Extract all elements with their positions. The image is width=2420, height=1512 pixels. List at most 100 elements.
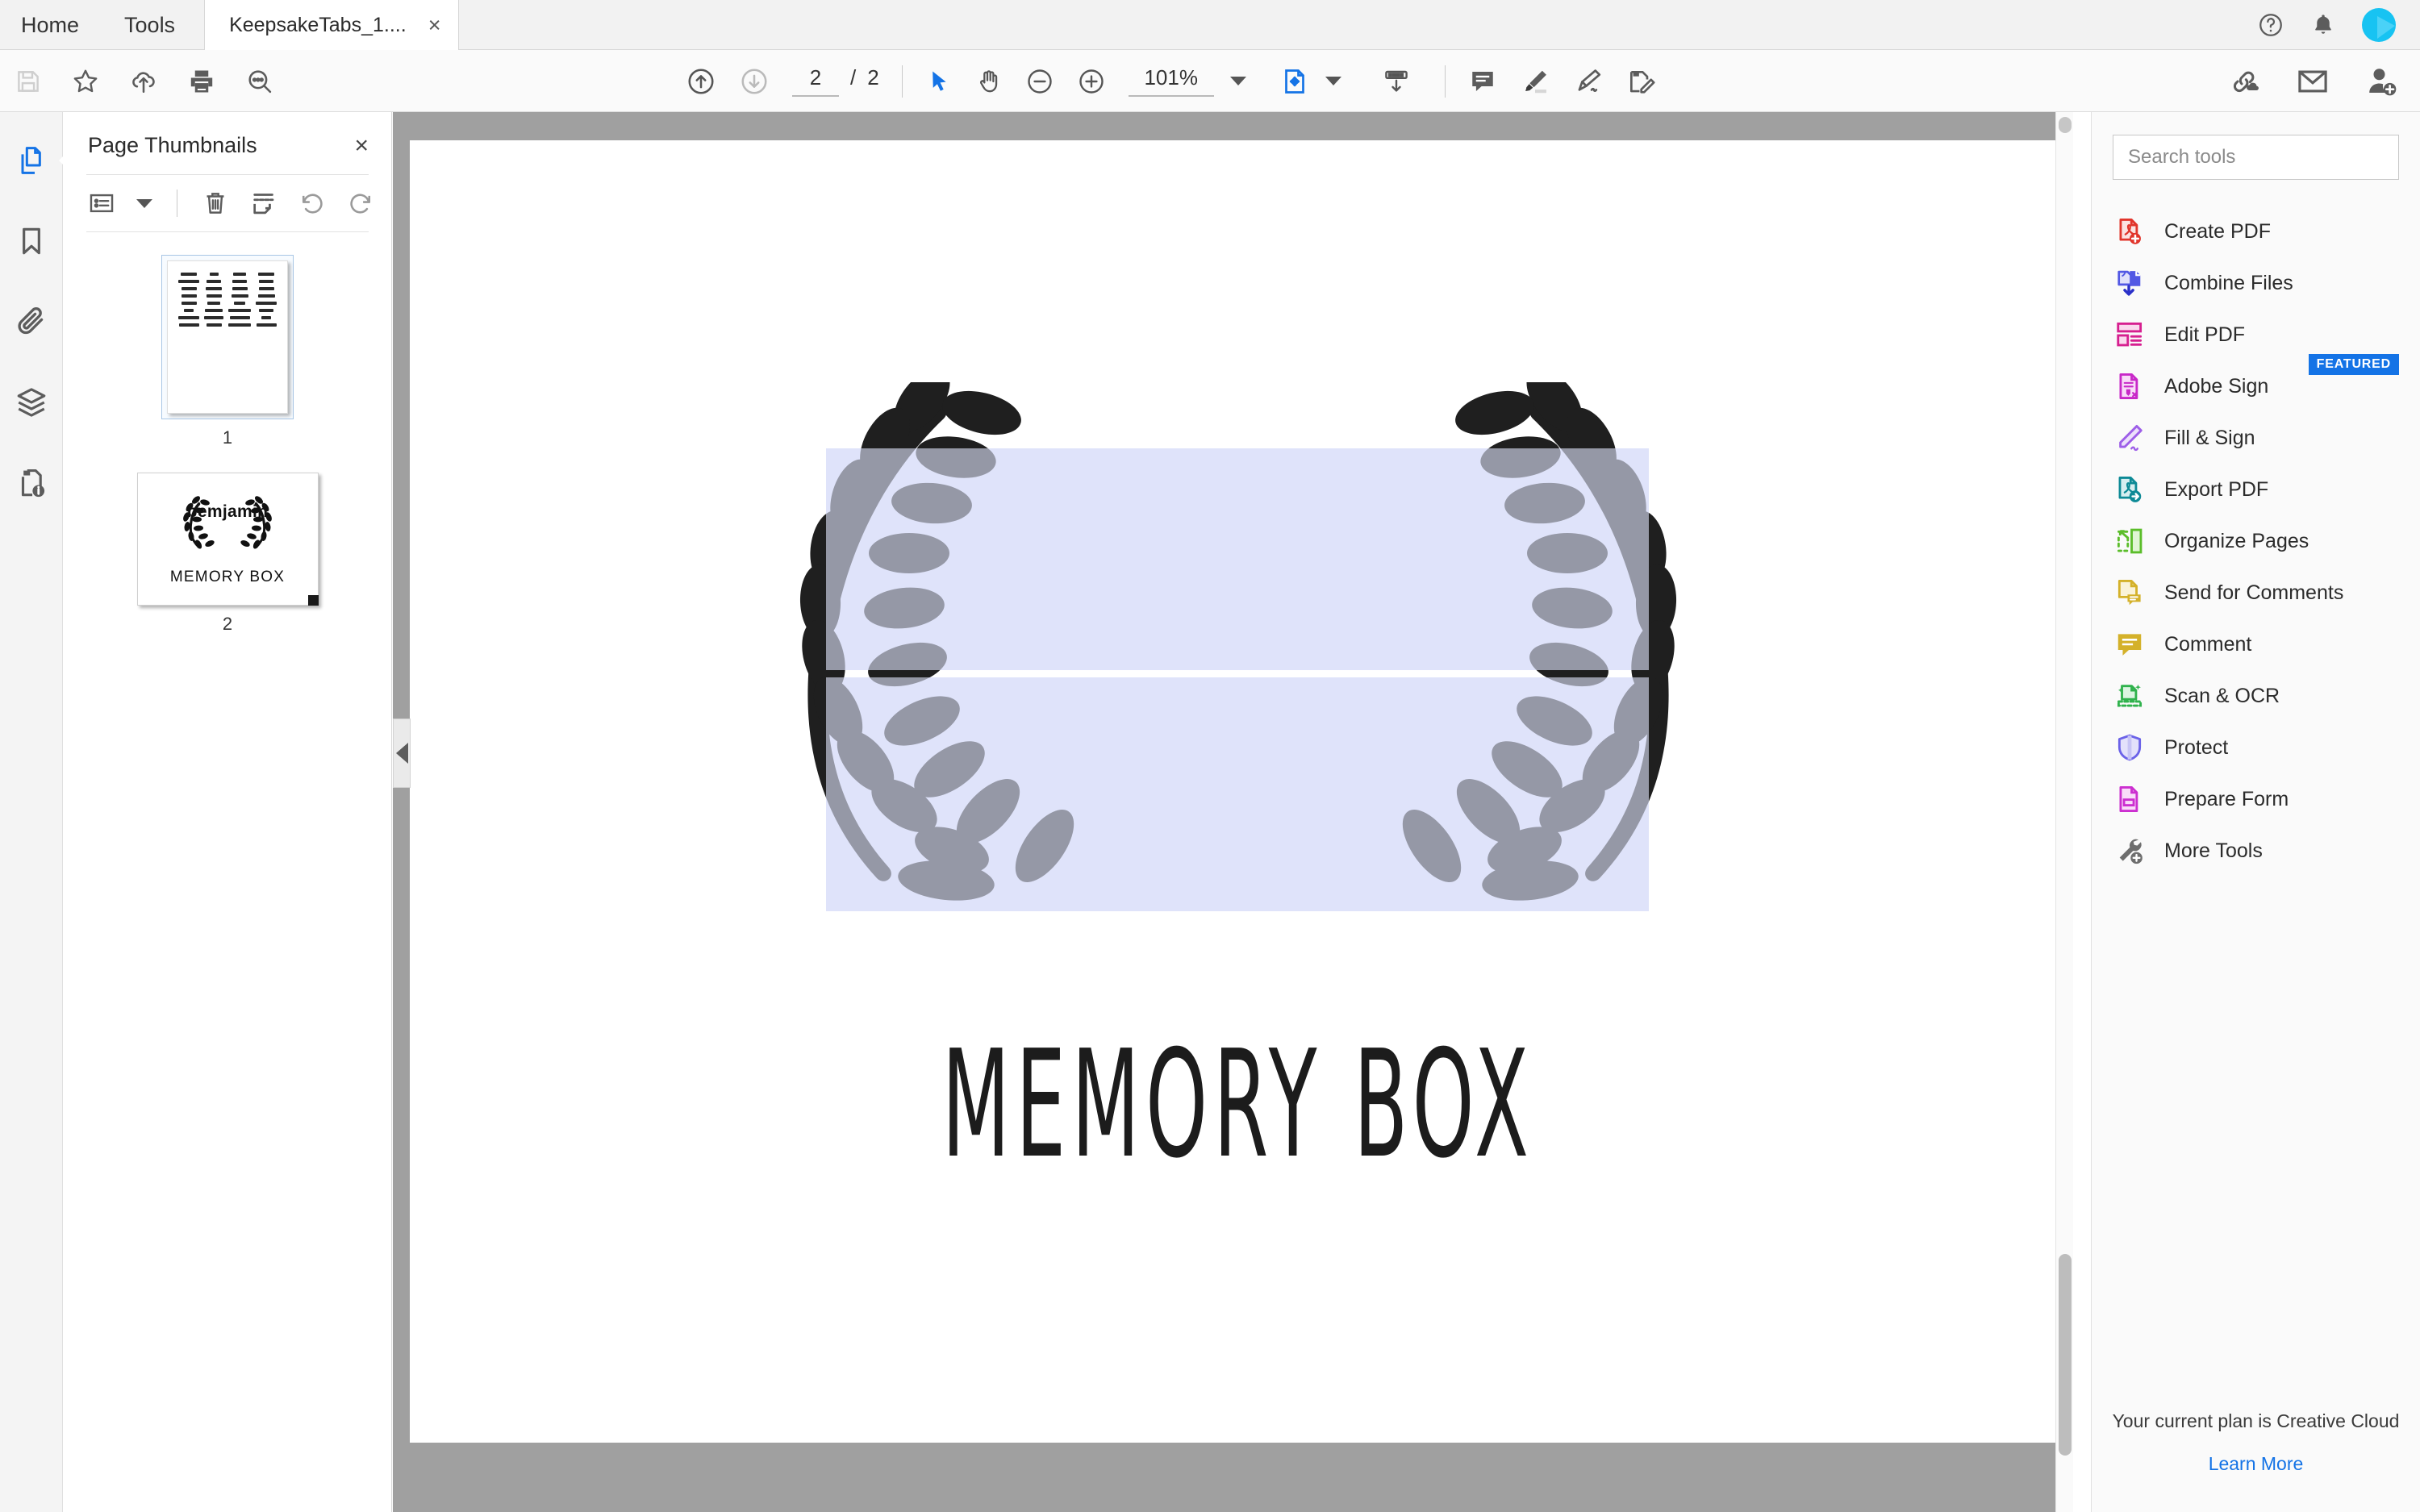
envelope-icon[interactable] xyxy=(2296,65,2330,98)
home-menu-item[interactable]: Home xyxy=(0,0,102,50)
tool-label: Export PDF xyxy=(2164,478,2268,502)
tool-label: Scan & OCR xyxy=(2164,685,2280,708)
tool-label: Adobe Sign xyxy=(2164,375,2268,398)
tool-item-export-pdf[interactable]: Export PDF xyxy=(2092,464,2420,515)
collapse-left-panel-handle[interactable] xyxy=(393,719,411,788)
protect-shield-icon xyxy=(2113,731,2147,764)
sidebar-item-attachments[interactable] xyxy=(9,299,54,344)
tool-label: Edit PDF xyxy=(2164,323,2245,347)
tool-item-organize-pages[interactable]: Organize Pages xyxy=(2092,515,2420,567)
organize-pages-icon xyxy=(2113,524,2147,558)
thumbnail-page-number: 2 xyxy=(223,614,232,635)
vertical-scrollbar[interactable] xyxy=(2055,112,2073,1512)
sidebar-item-page-thumbnails[interactable] xyxy=(9,138,54,183)
tool-item-protect[interactable]: Protect xyxy=(2092,722,2420,773)
previous-page-icon[interactable] xyxy=(686,66,716,97)
add-person-icon[interactable] xyxy=(2365,65,2399,98)
list-item[interactable]: 1 xyxy=(64,255,391,448)
hand-icon[interactable] xyxy=(975,68,1003,95)
tool-label: More Tools xyxy=(2164,839,2263,863)
zoom-out-icon[interactable] xyxy=(1025,67,1054,96)
tool-item-prepare-form[interactable]: Prepare Form xyxy=(2092,773,2420,825)
save-icon[interactable] xyxy=(15,68,42,95)
next-page-icon[interactable] xyxy=(739,66,770,97)
tool-label: Prepare Form xyxy=(2164,788,2289,811)
thumbnail-name-text: bemjamin xyxy=(187,502,268,522)
sidebar-item-layers[interactable] xyxy=(9,380,54,425)
create-pdf-icon xyxy=(2113,215,2147,248)
rotate-clockwise-icon[interactable] xyxy=(347,190,374,217)
thumbnail-toolbar xyxy=(64,175,391,231)
comment-tool-icon xyxy=(2113,627,2147,661)
scan-ocr-icon xyxy=(2113,679,2147,713)
export-pdf-icon xyxy=(2113,473,2147,506)
tool-label: Organize Pages xyxy=(2164,530,2309,553)
print-icon[interactable] xyxy=(187,67,216,96)
combine-files-icon xyxy=(2113,266,2147,300)
tool-item-combine-files[interactable]: Combine Files xyxy=(2092,257,2420,309)
document-tab[interactable]: KeepsakeTabs_1.... × xyxy=(204,0,459,50)
highlighter-icon[interactable] xyxy=(1520,66,1550,97)
page-thumbnail-1[interactable] xyxy=(167,260,288,414)
scrollbar-thumb[interactable] xyxy=(2059,1254,2072,1456)
scrollbar-top-marker xyxy=(2059,117,2072,133)
scroll-mode-icon[interactable] xyxy=(1382,67,1411,96)
learn-more-link[interactable]: Learn More xyxy=(2092,1453,2420,1475)
tool-item-send-for-comments[interactable]: Send for Comments xyxy=(2092,567,2420,619)
page-thumbnails-panel: Page Thumbnails × xyxy=(64,112,392,1512)
zoom-in-icon[interactable] xyxy=(1077,67,1106,96)
bell-icon[interactable] xyxy=(2310,11,2336,39)
fountain-pen-icon[interactable] xyxy=(1573,66,1604,97)
page-fit-control[interactable] xyxy=(1280,67,1341,96)
thumbnail-size-list-icon[interactable] xyxy=(88,190,115,217)
zoom-level-value[interactable]: 101% xyxy=(1129,65,1214,97)
tool-label: Send for Comments xyxy=(2164,581,2343,605)
chevron-down-icon[interactable] xyxy=(1325,77,1341,85)
pdf-page[interactable]: MEMORY BOX xyxy=(410,140,2066,1443)
upload-cloud-icon[interactable] xyxy=(129,67,158,96)
current-page-input[interactable]: 2 xyxy=(792,65,839,97)
sidebar-item-bookmarks[interactable] xyxy=(9,219,54,264)
selection-overlay-top xyxy=(826,448,1649,670)
help-circle-icon[interactable] xyxy=(2257,11,2284,39)
tool-item-scan-ocr[interactable]: Scan & OCR xyxy=(2092,670,2420,722)
chevron-down-icon[interactable] xyxy=(1230,77,1246,85)
extract-pages-icon[interactable] xyxy=(250,190,277,217)
search-document-icon[interactable] xyxy=(245,67,274,96)
fit-page-icon[interactable] xyxy=(1280,67,1309,96)
tool-item-adobe-sign[interactable]: FEATURED Adobe Sign xyxy=(2092,360,2420,412)
page-thumbnail-2[interactable]: bemjamin MEMORY BOX xyxy=(137,473,319,606)
toolbar-divider xyxy=(902,65,903,98)
comment-icon[interactable] xyxy=(1468,67,1497,96)
tool-item-edit-pdf[interactable]: Edit PDF xyxy=(2092,309,2420,360)
tools-menu-item[interactable]: Tools xyxy=(102,0,198,50)
star-icon[interactable] xyxy=(71,67,100,96)
chevron-left-icon xyxy=(396,743,408,764)
sidebar-item-document-info[interactable] xyxy=(9,460,54,506)
delete-pages-icon[interactable] xyxy=(202,190,229,217)
cursor-arrow-icon[interactable] xyxy=(925,68,953,95)
edit-document-icon[interactable] xyxy=(1626,66,1657,97)
share-link-cloud-icon[interactable] xyxy=(2228,65,2260,98)
avatar[interactable] xyxy=(2362,8,2396,42)
tool-item-comment[interactable]: Comment xyxy=(2092,619,2420,670)
document-canvas[interactable]: MEMORY BOX xyxy=(393,112,2073,1512)
tool-item-create-pdf[interactable]: Create PDF xyxy=(2092,206,2420,257)
page-navigation: 2 / 2 xyxy=(792,65,879,97)
zoom-control[interactable]: 101% xyxy=(1129,65,1246,97)
rotate-counterclockwise-icon[interactable] xyxy=(298,190,326,217)
chevron-down-icon[interactable] xyxy=(136,199,152,208)
search-tools-box[interactable] xyxy=(2113,135,2399,180)
search-input[interactable] xyxy=(2128,146,2384,169)
top-menu: Home Tools xyxy=(0,0,198,50)
list-item[interactable]: bemjamin MEMORY BOX 2 xyxy=(64,473,391,635)
tool-label: Comment xyxy=(2164,633,2251,656)
thumbnail-sub-text: MEMORY BOX xyxy=(170,569,285,586)
close-icon[interactable]: × xyxy=(354,134,369,158)
tool-item-more-tools[interactable]: More Tools xyxy=(2092,825,2420,877)
tool-label: Fill & Sign xyxy=(2164,427,2255,450)
close-icon[interactable]: × xyxy=(424,15,445,36)
thumbnail-selected-frame[interactable] xyxy=(161,255,294,419)
thumbnail-list: 1 xyxy=(64,232,391,635)
tool-item-fill-and-sign[interactable]: Fill & Sign xyxy=(2092,412,2420,464)
